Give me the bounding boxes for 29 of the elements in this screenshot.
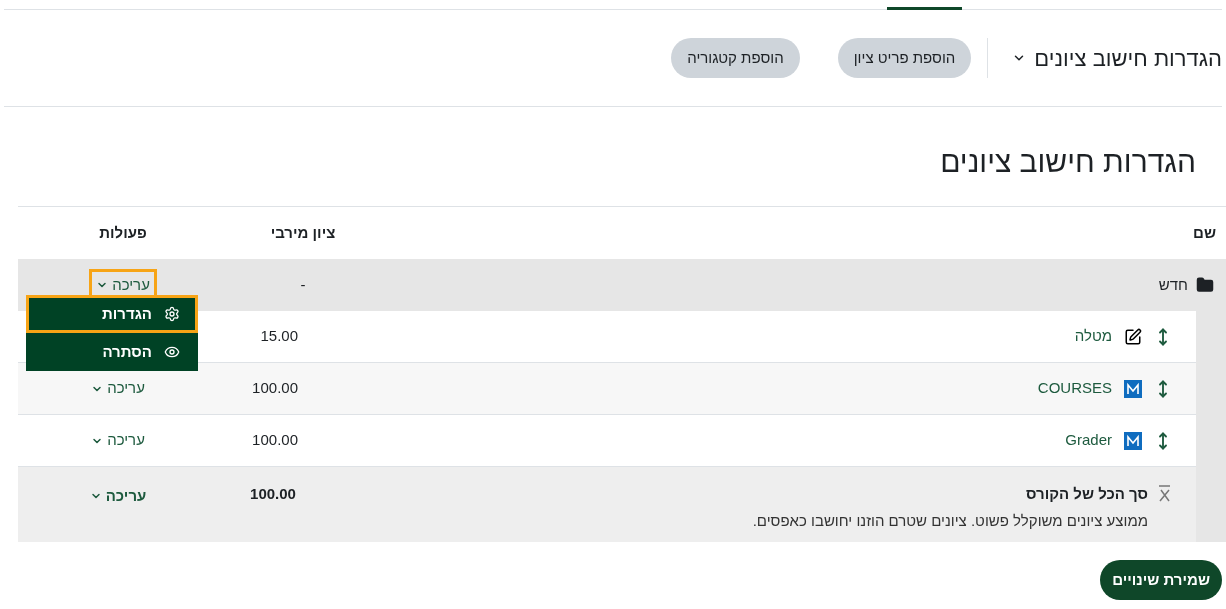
grade-item-link[interactable]: COURSES — [1037, 377, 1112, 400]
page-title-menu[interactable]: הגדרות חישוב ציונים — [996, 41, 1222, 75]
grade-cell: 100.00 — [252, 379, 298, 397]
column-header: שם — [1193, 223, 1216, 241]
grade-cell: 100.00 — [252, 431, 298, 449]
page-heading: הגדרות חישוב ציונים — [939, 144, 1196, 180]
course-total-description: ממוצע ציונים משוקלל פשוט. ציונים שטרם הוזנו יחושבו כאפסים. — [752, 510, 1148, 531]
folder-icon — [1196, 276, 1214, 294]
formula-icon — [1156, 483, 1172, 503]
grade-item-link[interactable]: מטלה — [1074, 325, 1112, 348]
add-button[interactable]: הוספת פריט ציון — [837, 38, 972, 78]
grade-item-link[interactable]: Grader — [1065, 429, 1112, 452]
edit-menu-button[interactable]: עריכה — [85, 483, 151, 510]
category-name: חדש — [1158, 274, 1188, 295]
settings-icon — [164, 305, 180, 322]
menu-item[interactable]: הסתרה — [26, 332, 198, 371]
grade-cell: 15.00 — [260, 327, 298, 345]
module-icon — [1124, 431, 1142, 450]
module-icon — [1124, 379, 1142, 398]
grade-cell: 100.00 — [250, 485, 296, 502]
assignment-icon — [1124, 327, 1142, 346]
edit-menu-button[interactable]: עריכה — [87, 427, 149, 454]
add-button[interactable]: הוספת קטגוריה — [671, 38, 800, 78]
course-total-name: סך הכל של הקורס — [1025, 484, 1148, 504]
save-button[interactable]: שמירת שינויים — [1100, 560, 1222, 600]
column-header: ציון מירבי — [270, 223, 336, 241]
edit-menu-button[interactable]: עריכה — [87, 375, 149, 402]
grade-cell: - — [300, 275, 306, 293]
column-header: פעולות — [99, 222, 147, 243]
